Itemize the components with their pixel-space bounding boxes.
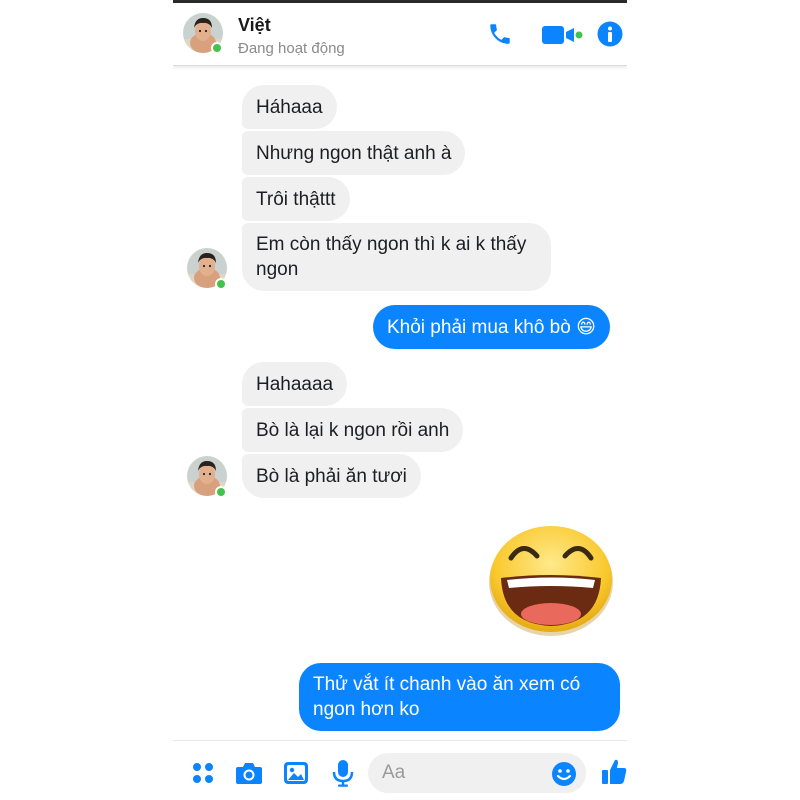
message-bubble-incoming[interactable]: Háhaaa	[242, 85, 337, 129]
laughing-face-sticker[interactable]	[485, 522, 617, 638]
gallery-icon[interactable]	[283, 760, 309, 786]
emoji-icon[interactable]	[551, 761, 577, 787]
microphone-icon[interactable]	[331, 759, 355, 787]
message-bubble-incoming[interactable]: Hahaaaa	[242, 362, 348, 406]
phone-icon[interactable]	[487, 21, 513, 47]
message-composer	[173, 740, 627, 800]
chat-screen: Việt Đang hoạt động Háhaaa Nhưng ngon th…	[173, 0, 627, 800]
contact-status: Đang hoạt động	[238, 40, 345, 57]
message-bubble-incoming[interactable]: Em còn thấy ngon thì k ai k thấy ngon	[242, 223, 551, 291]
video-camera-icon[interactable]	[541, 23, 583, 47]
online-indicator	[215, 486, 227, 498]
message-bubble-outgoing[interactable]: Khỏi phải mua khô bò 😄	[373, 305, 610, 349]
chat-header: Việt Đang hoạt động	[173, 3, 627, 66]
message-bubble-incoming[interactable]: Bò là lại k ngon rồi anh	[242, 408, 464, 452]
message-bubble-incoming[interactable]: Bò là phải ăn tươi	[242, 454, 421, 498]
like-icon[interactable]	[601, 758, 627, 786]
message-bubble-incoming[interactable]: Trôi thậttt	[242, 177, 350, 221]
apps-grid-icon[interactable]	[191, 761, 215, 785]
message-bubble-outgoing[interactable]: Thử vắt ít chanh vào ăn xem có ngon hơn …	[299, 663, 620, 731]
online-indicator	[211, 42, 223, 54]
contact-name[interactable]: Việt	[238, 15, 271, 36]
online-indicator	[215, 278, 227, 290]
message-bubble-incoming[interactable]: Nhưng ngon thật anh à	[242, 131, 466, 175]
info-icon[interactable]	[597, 21, 623, 47]
camera-icon[interactable]	[235, 761, 263, 785]
